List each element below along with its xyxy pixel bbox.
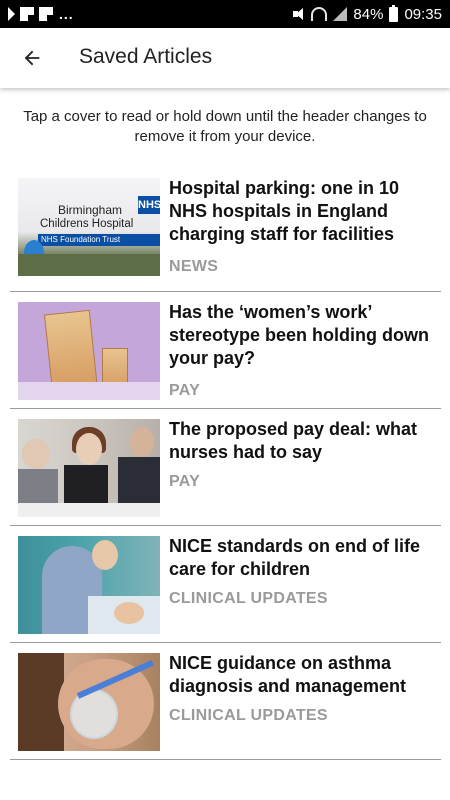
article-cover[interactable] <box>18 302 160 400</box>
cover-decoration <box>18 382 160 400</box>
saved-article-list: NHS Birmingham Childrens Hospital NHS Fo… <box>10 168 441 760</box>
cover-sign-text: Childrens Hospital <box>40 218 134 230</box>
system-status: 84% 09:35 <box>293 4 442 24</box>
nhs-logo: NHS <box>138 196 160 214</box>
article-title: Has the ‘women’s work’ stereotype been h… <box>169 302 430 368</box>
signal-icon <box>333 7 348 21</box>
cover-decoration <box>18 503 160 517</box>
article-item[interactable]: NICE guidance on asthma diagnosis and ma… <box>10 643 441 760</box>
arrow-left-icon <box>24 50 40 66</box>
article-item[interactable]: Has the ‘women’s work’ stereotype been h… <box>10 292 441 409</box>
article-title: NICE guidance on asthma diagnosis and ma… <box>169 653 407 696</box>
cover-decoration <box>130 427 154 457</box>
article-cover[interactable] <box>18 653 160 751</box>
cover-decoration <box>92 540 118 570</box>
article-category: PAY <box>169 382 201 399</box>
flipboard-icon <box>20 7 34 21</box>
clock: 09:35 <box>404 5 442 23</box>
article-cover[interactable]: NHS Birmingham Childrens Hospital NHS Fo… <box>18 178 160 276</box>
cover-decoration <box>114 602 144 624</box>
flipboard-icon <box>39 7 53 21</box>
battery-icon <box>389 4 399 22</box>
battery-percent: 84% <box>353 5 384 23</box>
cover-decoration <box>70 689 118 739</box>
notification-icons: ... <box>8 5 74 23</box>
cover-decoration <box>22 439 50 469</box>
app-bar: Saved Articles <box>0 28 450 88</box>
article-cover[interactable] <box>18 536 160 634</box>
cover-sign-text: Birmingham <box>58 203 123 217</box>
article-title: NICE standards on end of life care for c… <box>169 536 421 579</box>
tv-icon <box>8 7 15 21</box>
instructions-text: Tap a cover to read or hold down until t… <box>23 108 427 145</box>
article-cover[interactable] <box>18 419 160 517</box>
article-title: The proposed pay deal: what nurses had t… <box>169 419 418 462</box>
back-button[interactable] <box>10 36 54 80</box>
wifi-icon <box>311 7 328 21</box>
article-item[interactable]: NHS Birmingham Childrens Hospital NHS Fo… <box>10 168 441 292</box>
article-category: NEWS <box>169 258 219 275</box>
article-category: PAY <box>169 473 201 490</box>
status-bar: ... 84% 09:35 <box>0 0 450 28</box>
cover-decoration <box>18 254 160 276</box>
more-notifications-icon: ... <box>59 6 74 22</box>
article-category: CLINICAL UPDATES <box>169 590 328 607</box>
article-title: Hospital parking: one in 10 NHS hospital… <box>169 178 400 244</box>
article-item[interactable]: The proposed pay deal: what nurses had t… <box>10 409 441 526</box>
article-item[interactable]: NICE standards on end of life care for c… <box>10 526 441 643</box>
mute-icon <box>293 7 305 21</box>
cover-sign-text: NHS Foundation Trust <box>38 234 160 246</box>
article-category: CLINICAL UPDATES <box>169 707 328 724</box>
cover-decoration <box>76 433 102 465</box>
page-title: Saved Articles <box>79 45 213 68</box>
